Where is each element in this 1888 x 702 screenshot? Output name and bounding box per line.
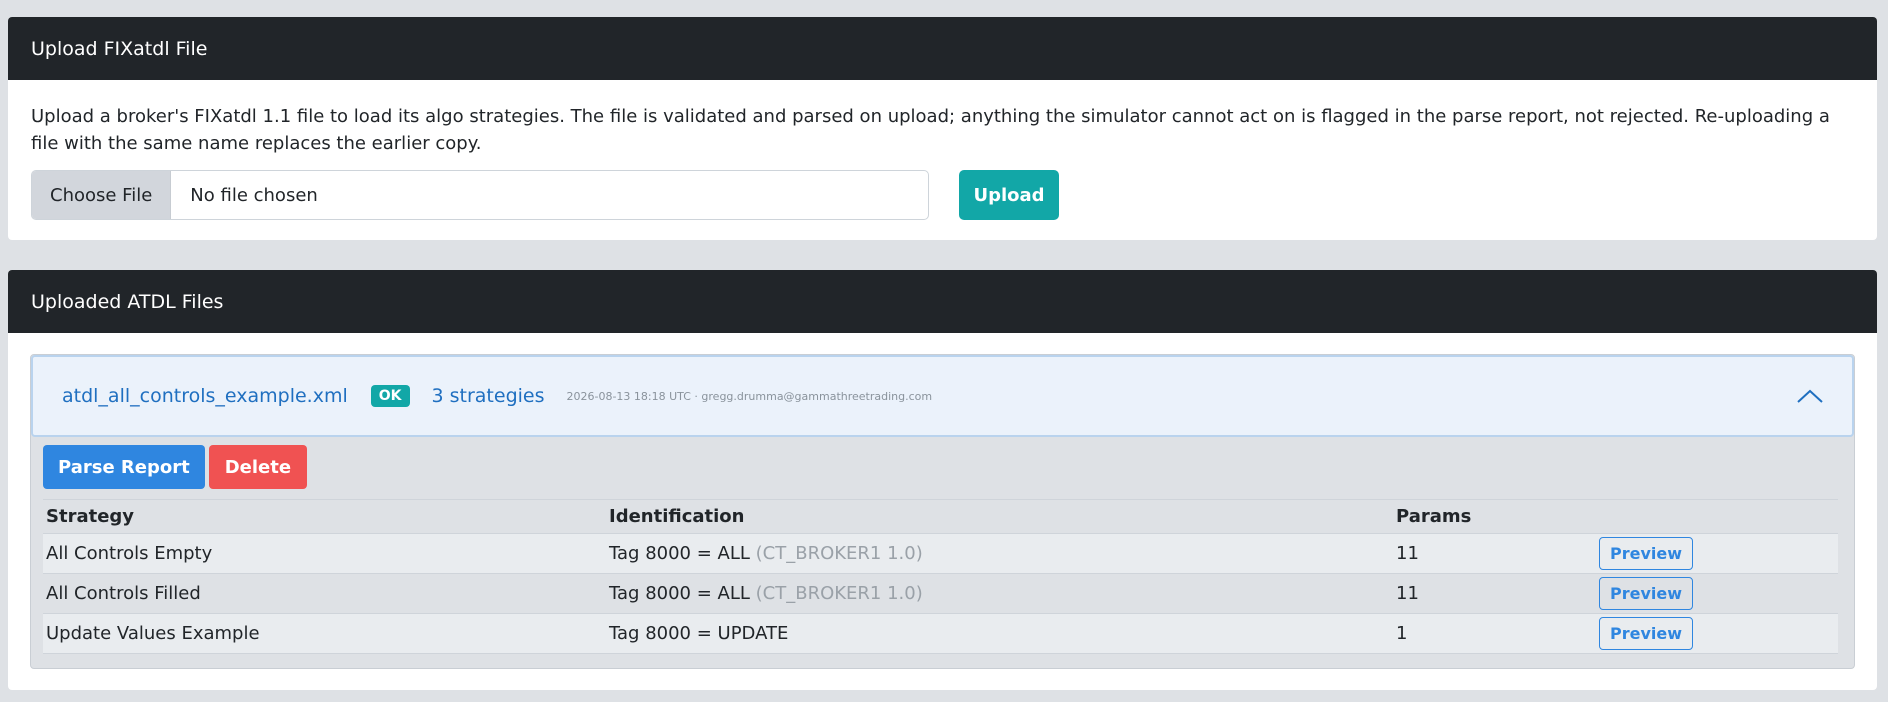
strategy-params: 11 <box>1393 533 1596 574</box>
uploaded-files-card: Uploaded ATDL Files atdl_all_controls_ex… <box>8 270 1877 690</box>
file-meta: 2026-08-13 18:18 UTC · gregg.drumma@gamm… <box>566 389 933 403</box>
file-input[interactable]: Choose File No file chosen <box>31 170 929 220</box>
strategy-name: All Controls Filled <box>43 573 606 614</box>
choose-file-button[interactable]: Choose File <box>32 171 172 219</box>
strategy-identification: Tag 8000 = ALL (CT_BROKER1 1.0) <box>606 533 1393 574</box>
file-name-link[interactable]: atdl_all_controls_example.xml <box>62 385 348 407</box>
strategy-name: All Controls Empty <box>43 533 606 574</box>
table-row: All Controls Empty Tag 8000 = ALL (CT_BR… <box>43 533 1838 574</box>
column-header-actions <box>1596 499 1838 534</box>
upload-card-header: Upload FIXatdl File <box>8 17 1877 80</box>
table-header-row: Strategy Identification Params <box>43 499 1838 534</box>
preview-button[interactable]: Preview <box>1599 537 1694 570</box>
preview-button[interactable]: Preview <box>1599 577 1694 610</box>
strategy-params: 1 <box>1393 613 1596 654</box>
delete-button[interactable]: Delete <box>208 445 308 489</box>
uploaded-files-title: Uploaded ATDL Files <box>31 290 224 313</box>
identification-tag: Tag 8000 = UPDATE <box>609 623 789 644</box>
upload-form: Choose File No file chosen Upload <box>31 170 1854 220</box>
file-actions: Parse Report Delete <box>31 437 1854 499</box>
upload-card-body: Upload a broker's FIXatdl 1.1 file to lo… <box>8 80 1877 220</box>
strategy-actions: Preview <box>1596 573 1838 614</box>
preview-button[interactable]: Preview <box>1599 617 1694 650</box>
strategies-table: Strategy Identification Params All Contr… <box>43 499 1838 654</box>
strategy-identification: Tag 8000 = ALL (CT_BROKER1 1.0) <box>606 573 1393 614</box>
strategies-count: 3 strategies <box>431 385 545 407</box>
identification-tag: Tag 8000 = ALL <box>609 543 750 564</box>
strategy-params: 11 <box>1393 573 1596 614</box>
parse-report-button[interactable]: Parse Report <box>43 445 205 489</box>
upload-description: Upload a broker's FIXatdl 1.1 file to lo… <box>31 106 1830 154</box>
file-summary-row[interactable]: atdl_all_controls_example.xml OK 3 strat… <box>31 355 1854 437</box>
strategy-identification: Tag 8000 = UPDATE <box>606 613 1393 654</box>
uploaded-files-body: atdl_all_controls_example.xml OK 3 strat… <box>8 333 1877 669</box>
column-header-strategy: Strategy <box>43 499 606 534</box>
identification-provider: (CT_BROKER1 1.0) <box>755 543 923 564</box>
column-header-identification: Identification <box>606 499 1393 534</box>
status-badge: OK <box>370 385 410 407</box>
strategy-name: Update Values Example <box>43 613 606 654</box>
strategy-actions: Preview <box>1596 613 1838 654</box>
file-status-text: No file chosen <box>190 184 318 206</box>
strategy-actions: Preview <box>1596 533 1838 574</box>
chevron-up-icon[interactable] <box>1796 388 1824 404</box>
uploaded-files-header: Uploaded ATDL Files <box>8 270 1877 333</box>
identification-provider: (CT_BROKER1 1.0) <box>755 583 923 604</box>
table-row: All Controls Filled Tag 8000 = ALL (CT_B… <box>43 573 1838 614</box>
upload-button[interactable]: Upload <box>959 170 1059 220</box>
table-row: Update Values Example Tag 8000 = UPDATE … <box>43 613 1838 654</box>
file-panel: atdl_all_controls_example.xml OK 3 strat… <box>30 354 1855 669</box>
identification-tag: Tag 8000 = ALL <box>609 583 750 604</box>
upload-card-title: Upload FIXatdl File <box>31 37 208 60</box>
column-header-params: Params <box>1393 499 1596 534</box>
upload-card: Upload FIXatdl File Upload a broker's FI… <box>8 17 1877 240</box>
